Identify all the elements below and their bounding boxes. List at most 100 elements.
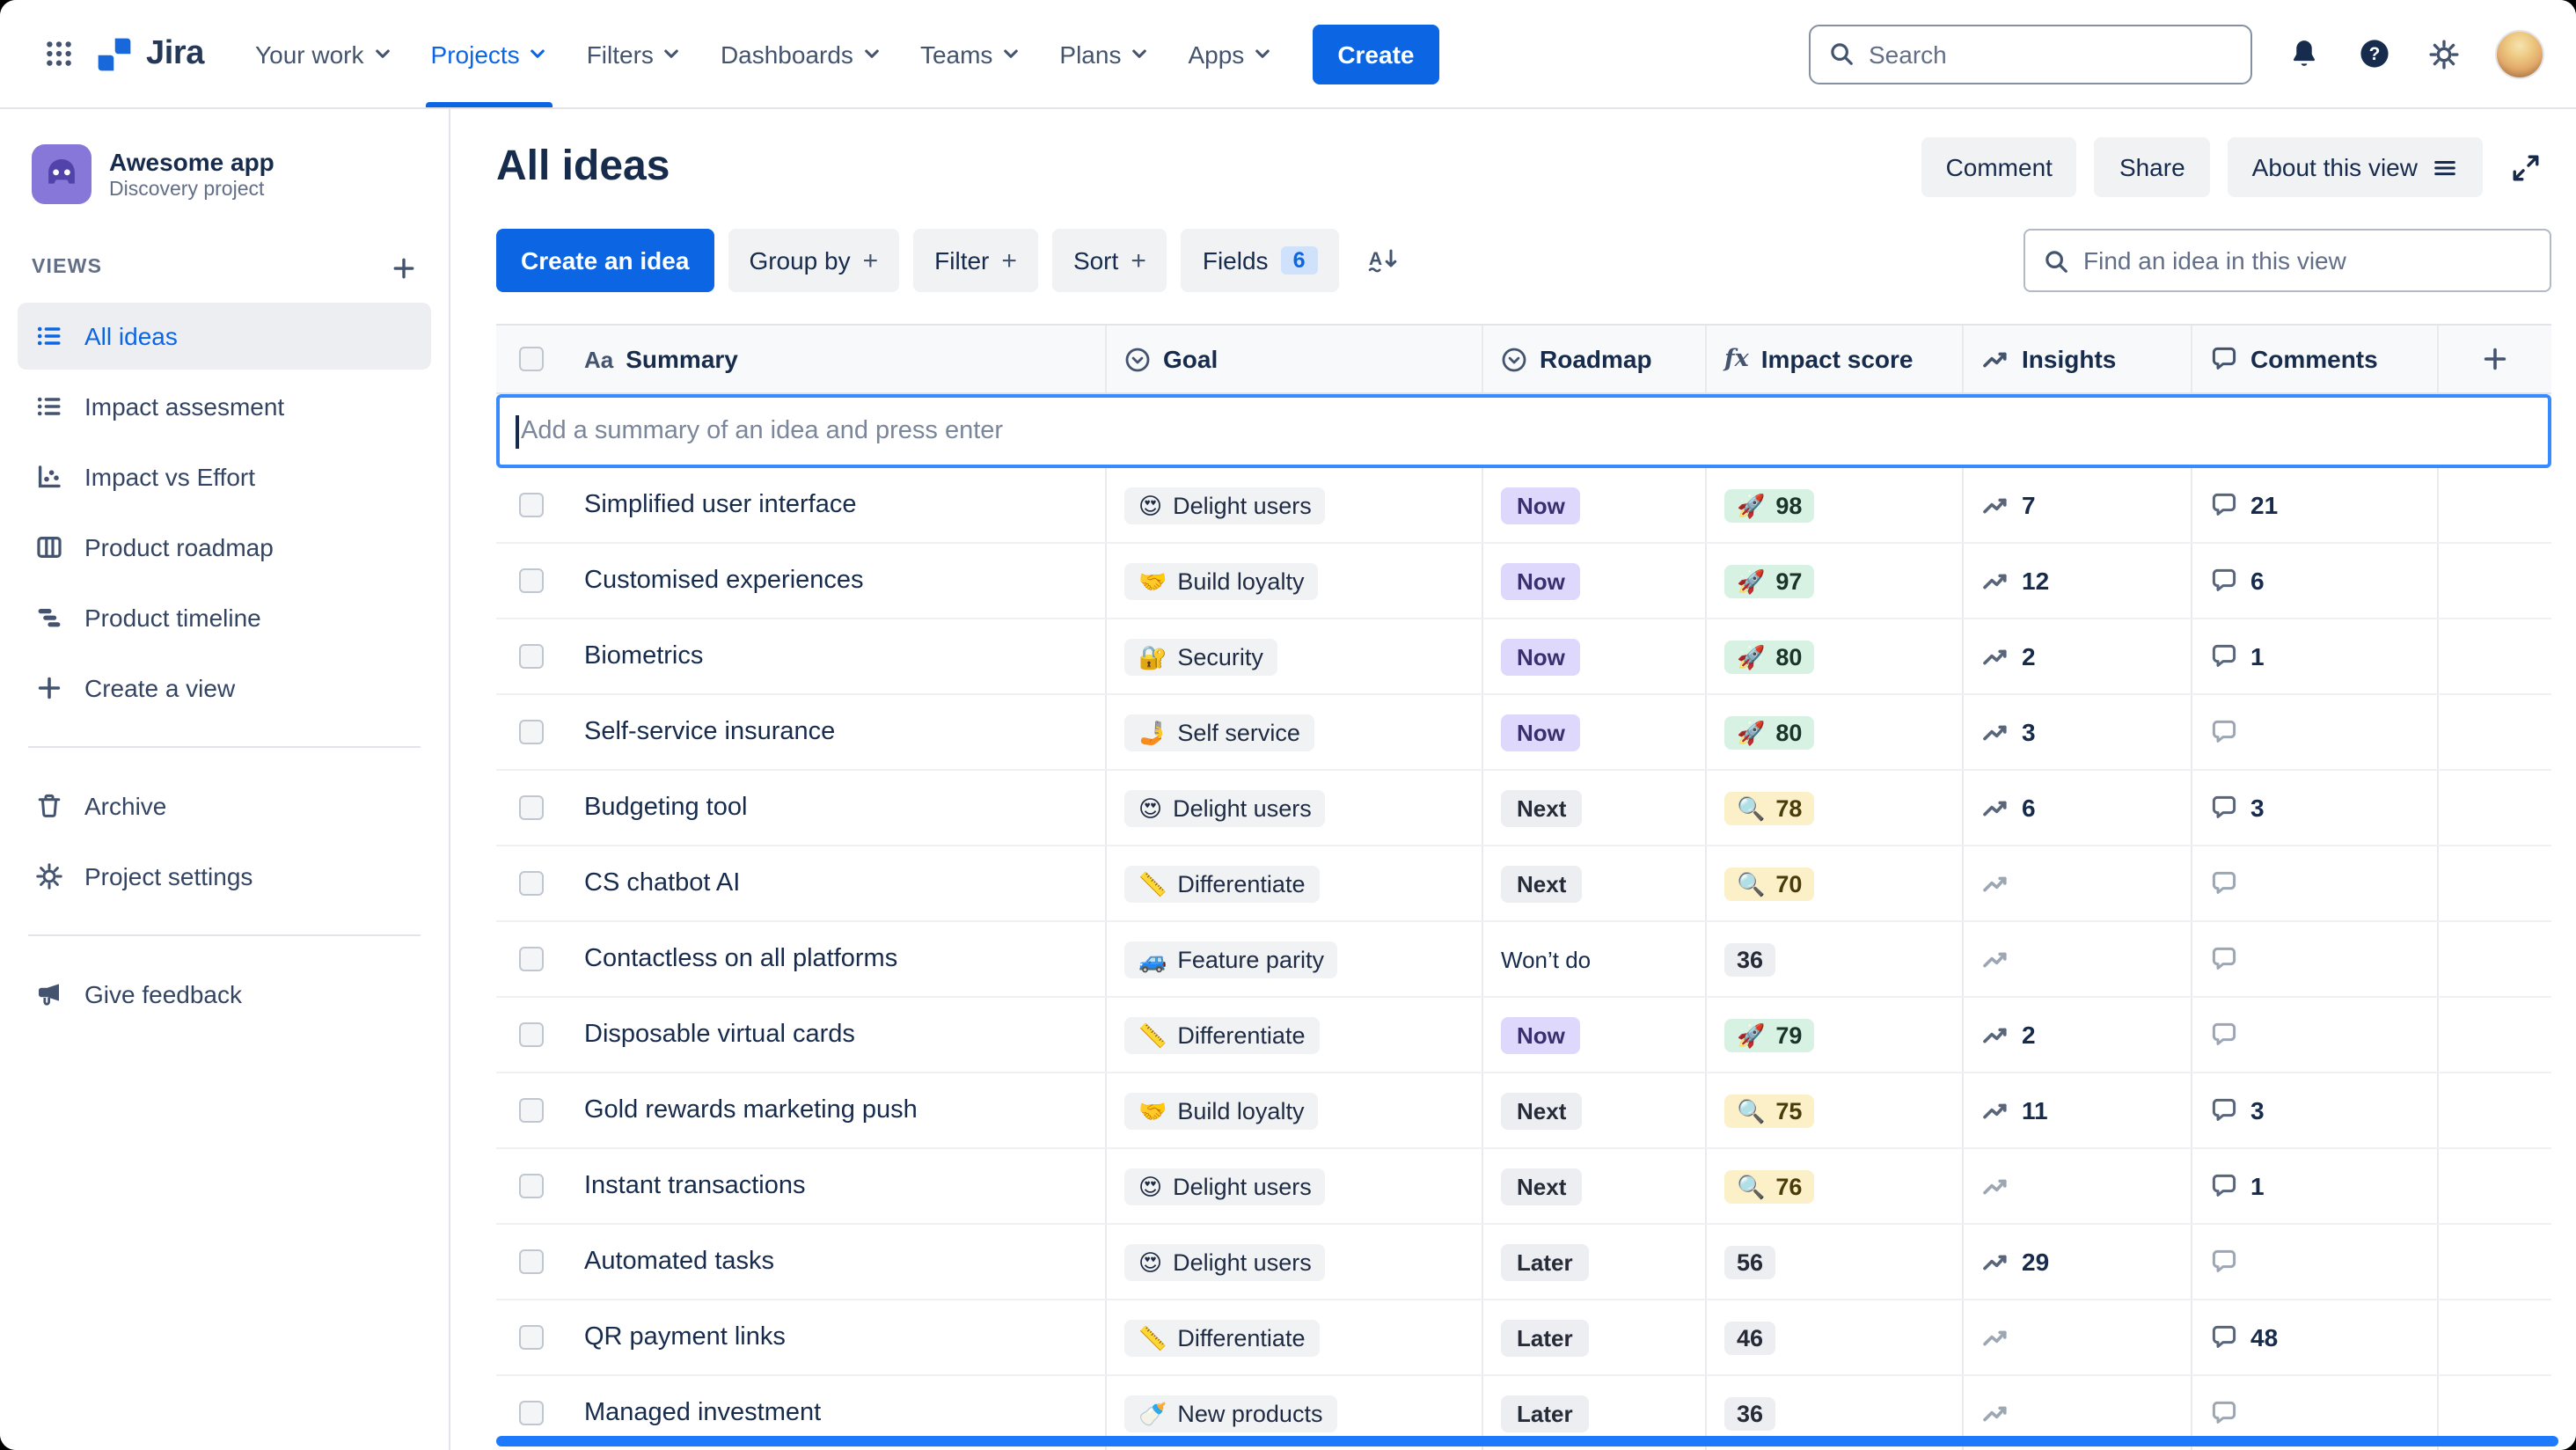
table-row[interactable]: Contactless on all platforms 🚙 Feature p… xyxy=(496,922,2551,998)
roadmap-cell[interactable]: Next xyxy=(1482,771,1705,845)
impact-score-cell[interactable]: 🚀 80 xyxy=(1705,695,1962,769)
goal-cell[interactable]: 🚙 Feature parity xyxy=(1105,922,1482,996)
jira-logo[interactable]: Jira xyxy=(88,34,218,73)
roadmap-cell[interactable]: Next xyxy=(1482,846,1705,920)
row-checkbox[interactable] xyxy=(519,1022,544,1047)
roadmap-cell[interactable]: Next xyxy=(1482,1149,1705,1223)
impact-score-cell[interactable]: 36 xyxy=(1705,922,1962,996)
column-header-insights[interactable]: Insights xyxy=(1962,326,2191,392)
row-checkbox[interactable] xyxy=(519,871,544,896)
roadmap-cell[interactable]: Later xyxy=(1482,1225,1705,1299)
search-input[interactable] xyxy=(1869,40,2233,68)
row-checkbox[interactable] xyxy=(519,493,544,517)
row-checkbox[interactable] xyxy=(519,720,544,744)
create-button[interactable]: Create xyxy=(1313,24,1439,84)
comments-cell[interactable] xyxy=(2191,998,2437,1072)
app-switcher-button[interactable] xyxy=(28,24,88,84)
comments-cell[interactable]: 21 xyxy=(2191,468,2437,542)
add-view-button[interactable] xyxy=(382,246,424,289)
summary-cell[interactable]: Customised experiences xyxy=(567,544,1105,618)
insights-cell[interactable]: 6 xyxy=(1962,771,2191,845)
goal-cell[interactable]: 😍 Delight users xyxy=(1105,468,1482,542)
row-checkbox[interactable] xyxy=(519,1174,544,1198)
sidebar-item-project-settings[interactable]: Project settings xyxy=(18,843,431,910)
add-idea-input[interactable] xyxy=(500,417,2548,445)
sidebar-item-impact-vs-effort[interactable]: Impact vs Effort xyxy=(18,443,431,510)
comments-cell[interactable]: 3 xyxy=(2191,1073,2437,1147)
goal-cell[interactable]: 🤝 Build loyalty xyxy=(1105,544,1482,618)
summary-cell[interactable]: Contactless on all platforms xyxy=(567,922,1105,996)
add-idea-row[interactable] xyxy=(496,394,2551,468)
goal-cell[interactable]: 📏 Differentiate xyxy=(1105,998,1482,1072)
find-idea-search[interactable] xyxy=(2023,229,2551,292)
roadmap-cell[interactable]: Now xyxy=(1482,544,1705,618)
row-checkbox[interactable] xyxy=(519,644,544,669)
comments-cell[interactable] xyxy=(2191,695,2437,769)
impact-score-cell[interactable]: 56 xyxy=(1705,1225,1962,1299)
summary-cell[interactable]: Self-service insurance xyxy=(567,695,1105,769)
table-row[interactable]: Biometrics 🔐 Security Now 🚀 80 2 1 xyxy=(496,619,2551,695)
column-header-goal[interactable]: Goal xyxy=(1105,326,1482,392)
insights-cell[interactable] xyxy=(1962,1149,2191,1223)
impact-score-cell[interactable]: 🚀 97 xyxy=(1705,544,1962,618)
create-an-idea-button[interactable]: Create an idea xyxy=(496,229,714,292)
comments-cell[interactable]: 1 xyxy=(2191,1149,2437,1223)
share-button[interactable]: Share xyxy=(2094,137,2210,197)
summary-cell[interactable]: Automated tasks xyxy=(567,1225,1105,1299)
comments-cell[interactable]: 6 xyxy=(2191,544,2437,618)
insights-cell[interactable]: 2 xyxy=(1962,998,2191,1072)
table-row[interactable]: Disposable virtual cards 📏 Differentiate… xyxy=(496,998,2551,1073)
roadmap-cell[interactable]: Now xyxy=(1482,468,1705,542)
sidebar-item-all-ideas[interactable]: All ideas xyxy=(18,303,431,370)
goal-cell[interactable]: 😍 Delight users xyxy=(1105,1225,1482,1299)
fields-button[interactable]: Fields 6 xyxy=(1181,229,1339,292)
add-field-button[interactable] xyxy=(2437,326,2551,392)
summary-cell[interactable]: Budgeting tool xyxy=(567,771,1105,845)
user-avatar[interactable] xyxy=(2495,29,2544,78)
notifications-button[interactable] xyxy=(2273,24,2333,84)
table-row[interactable]: CS chatbot AI 📏 Differentiate Next 🔍 70 xyxy=(496,846,2551,922)
goal-cell[interactable]: 😍 Delight users xyxy=(1105,1149,1482,1223)
insights-cell[interactable] xyxy=(1962,1300,2191,1374)
comments-cell[interactable]: 3 xyxy=(2191,771,2437,845)
comments-cell[interactable] xyxy=(2191,922,2437,996)
insights-cell[interactable]: 2 xyxy=(1962,619,2191,693)
table-row[interactable]: QR payment links 📏 Differentiate Later 4… xyxy=(496,1300,2551,1376)
goal-cell[interactable]: 🤳 Self service xyxy=(1105,695,1482,769)
row-checkbox[interactable] xyxy=(519,1401,544,1425)
sidebar-item-create-a-view[interactable]: Create a view xyxy=(18,655,431,721)
goal-cell[interactable]: 📏 Differentiate xyxy=(1105,1300,1482,1374)
impact-score-cell[interactable]: 🚀 98 xyxy=(1705,468,1962,542)
summary-cell[interactable]: Instant transactions xyxy=(567,1149,1105,1223)
roadmap-cell[interactable]: Won’t do xyxy=(1482,922,1705,996)
group-by-button[interactable]: Group by + xyxy=(728,229,900,292)
goal-cell[interactable]: 🔐 Security xyxy=(1105,619,1482,693)
nav-plans[interactable]: Plans xyxy=(1040,0,1168,107)
select-all-checkbox[interactable] xyxy=(519,347,544,371)
nav-filters[interactable]: Filters xyxy=(567,0,701,107)
column-header-impact-score[interactable]: fx Impact score xyxy=(1705,326,1962,392)
insights-cell[interactable] xyxy=(1962,922,2191,996)
nav-teams[interactable]: Teams xyxy=(901,0,1040,107)
sidebar-item-product-timeline[interactable]: Product timeline xyxy=(18,584,431,651)
table-row[interactable]: Self-service insurance 🤳 Self service No… xyxy=(496,695,2551,771)
table-row[interactable]: Instant transactions 😍 Delight users Nex… xyxy=(496,1149,2551,1225)
comments-cell[interactable] xyxy=(2191,1225,2437,1299)
impact-score-cell[interactable]: 🔍 76 xyxy=(1705,1149,1962,1223)
impact-score-cell[interactable]: 46 xyxy=(1705,1300,1962,1374)
insights-cell[interactable] xyxy=(1962,846,2191,920)
row-checkbox[interactable] xyxy=(519,1098,544,1123)
roadmap-cell[interactable]: Now xyxy=(1482,695,1705,769)
project-header[interactable]: Awesome app Discovery project xyxy=(18,134,431,211)
roadmap-cell[interactable]: Later xyxy=(1482,1300,1705,1374)
impact-score-cell[interactable]: 🔍 78 xyxy=(1705,771,1962,845)
about-this-view-button[interactable]: About this view xyxy=(2227,137,2483,197)
column-header-comments[interactable]: Comments xyxy=(2191,326,2437,392)
summary-cell[interactable]: Disposable virtual cards xyxy=(567,998,1105,1072)
filter-button[interactable]: Filter + xyxy=(913,229,1038,292)
horizontal-scrollbar-thumb[interactable] xyxy=(496,1436,2558,1446)
summary-cell[interactable]: Biometrics xyxy=(567,619,1105,693)
summary-cell[interactable]: Simplified user interface xyxy=(567,468,1105,542)
table-row[interactable]: Simplified user interface 😍 Delight user… xyxy=(496,468,2551,544)
nav-apps[interactable]: Apps xyxy=(1168,0,1292,107)
